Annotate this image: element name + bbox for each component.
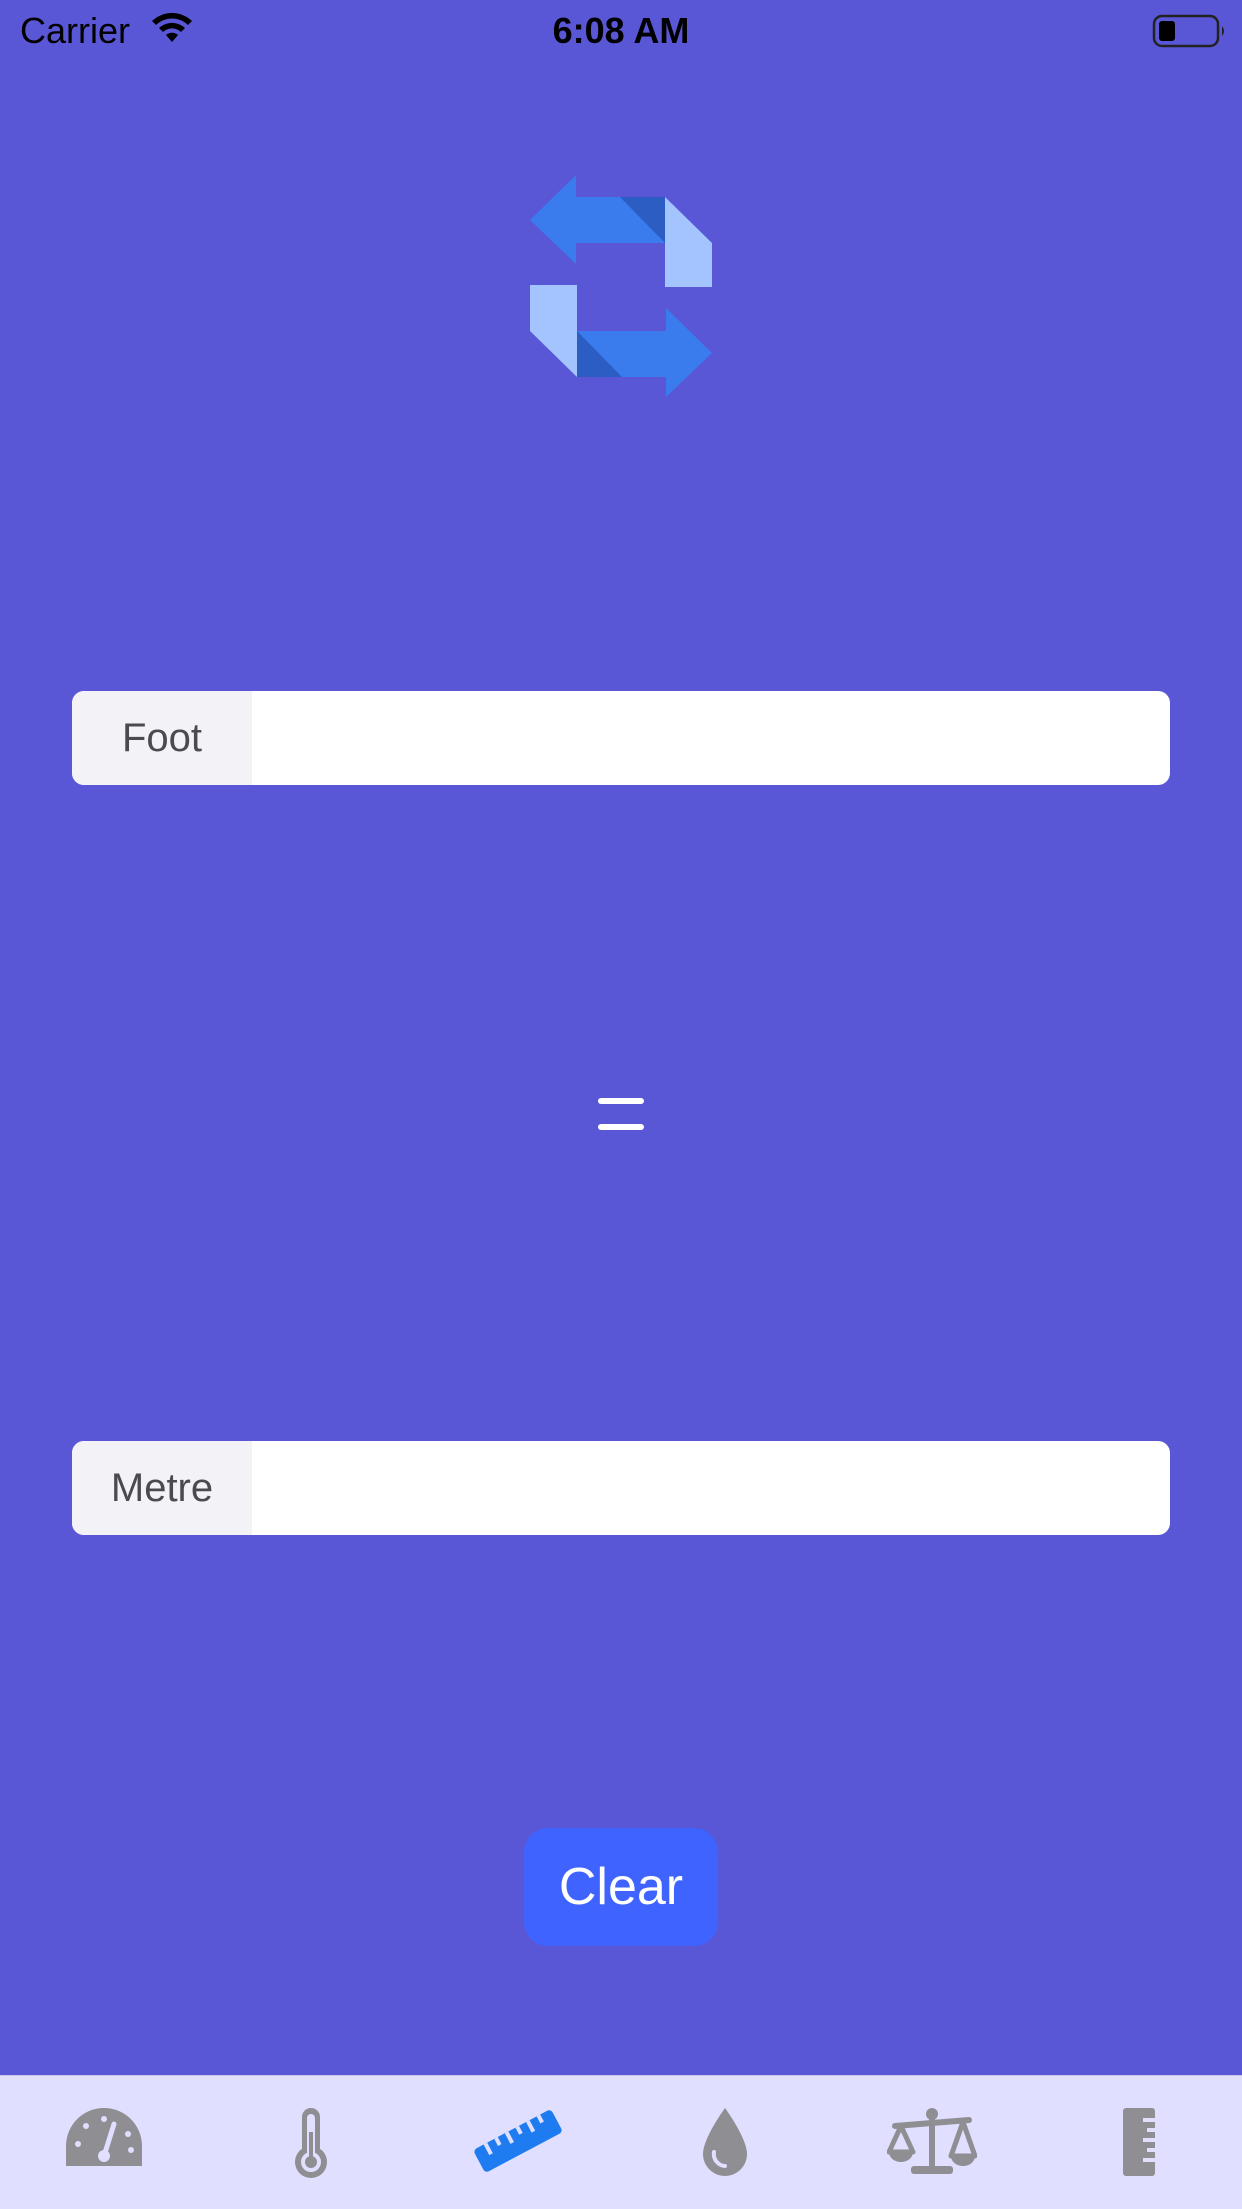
status-bar: Carrier 6:08 AM (0, 0, 1242, 62)
to-unit-label: Metre (72, 1441, 252, 1535)
thermometer-icon (294, 2108, 327, 2178)
tab-volume[interactable] (621, 2076, 828, 2209)
tab-speed[interactable] (0, 2076, 207, 2209)
tab-temperature[interactable] (207, 2076, 414, 2209)
equals-sign (598, 1098, 644, 1132)
tab-weight[interactable] (828, 2076, 1035, 2209)
tab-height[interactable] (1035, 2076, 1242, 2209)
ruler-icon (473, 2110, 562, 2172)
from-unit-label: Foot (72, 691, 252, 785)
speedometer-icon (65, 2108, 142, 2166)
scale-icon (886, 2108, 977, 2174)
conversion-arrows-icon (530, 175, 712, 397)
status-time: 6:08 AM (552, 10, 690, 51)
clear-button[interactable]: Clear (524, 1828, 718, 1946)
water-drop-icon (702, 2108, 747, 2176)
tab-length[interactable] (414, 2076, 621, 2209)
battery-icon (1152, 14, 1224, 48)
vertical-ruler-icon (1122, 2108, 1155, 2176)
from-unit-row: Foot (72, 691, 1170, 785)
tab-bar (0, 2075, 1242, 2209)
to-value-input[interactable] (252, 1441, 1170, 1535)
from-value-input[interactable] (252, 691, 1170, 785)
to-unit-row: Metre (72, 1441, 1170, 1535)
